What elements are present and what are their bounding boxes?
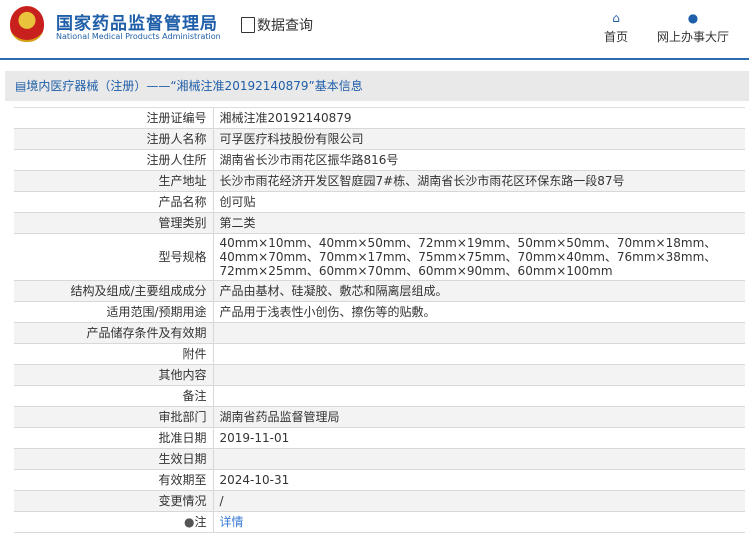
row-value: 创可贴 xyxy=(213,191,745,213)
row-label: 备注 xyxy=(14,385,214,407)
row-label: 管理类别 xyxy=(14,212,214,234)
row-label: 有效期至 xyxy=(14,469,214,491)
table-row-note: ●注 详情 xyxy=(14,511,745,533)
note-label: ●注 xyxy=(14,511,214,533)
logo-title-en: National Medical Products Administration xyxy=(56,32,221,41)
row-label: 适用范围/预期用途 xyxy=(14,301,214,323)
table-row: 结构及组成/主要组成成分 产品由基材、硅凝胶、敷芯和隔离层组成。 xyxy=(14,280,745,302)
table-row: 变更情况 / xyxy=(14,490,745,512)
row-value: / xyxy=(213,490,745,512)
row-value: 湘械注准20192140879 xyxy=(213,107,745,129)
row-value: 2019-11-01 xyxy=(213,427,745,449)
note-label-text: 注 xyxy=(194,515,207,529)
row-value xyxy=(213,343,745,365)
row-label: 产品名称 xyxy=(14,191,214,213)
row-value: 湖南省长沙市雨花区振华路816号 xyxy=(213,149,745,171)
logo-title-cn[interactable]: 国家药品监督管理局 xyxy=(56,9,218,34)
row-value xyxy=(213,322,745,344)
table-row: 附件 xyxy=(14,343,745,365)
table-row: 生效日期 xyxy=(14,448,745,470)
lightbulb-icon: ● xyxy=(184,515,195,529)
row-value: 2024-10-31 xyxy=(213,469,745,491)
row-label: 生产地址 xyxy=(14,170,214,192)
row-value: 产品用于浅表性小创伤、擦伤等的贴敷。 xyxy=(213,301,745,323)
document-icon: ▤ xyxy=(15,79,27,93)
row-value: 可孚医疗科技股份有限公司 xyxy=(213,128,745,150)
data-query-link[interactable]: 数据查询 xyxy=(241,15,313,35)
nav-home[interactable]: ⌂ 首页 xyxy=(604,10,628,45)
nav-online-hall-label: 网上办事大厅 xyxy=(657,30,730,44)
table-row: 生产地址 长沙市雨花经济开发区智庭园7#栋、湖南省长沙市雨花区环保东路一段87号 xyxy=(14,170,745,192)
table-row: 型号规格 40mm×10mm、40mm×50mm、72mm×19mm、50mm×5… xyxy=(14,233,745,281)
table-row: 其他内容 xyxy=(14,364,745,386)
table-row: 管理类别 第二类 xyxy=(14,212,745,234)
table-row: 批准日期 2019-11-01 xyxy=(14,427,745,449)
table-row: 备注 xyxy=(14,385,745,407)
row-label: 注册证编号 xyxy=(14,107,214,129)
row-value: 产品由基材、硅凝胶、敷芯和隔离层组成。 xyxy=(213,280,745,302)
row-label: 注册人名称 xyxy=(14,128,214,150)
user-icon: ● xyxy=(687,11,699,25)
row-value: 长沙市雨花经济开发区智庭园7#栋、湖南省长沙市雨花区环保东路一段87号 xyxy=(213,170,745,192)
row-label: 产品储存条件及有效期 xyxy=(14,322,214,344)
nav-home-label: 首页 xyxy=(604,30,629,44)
row-value: 第二类 xyxy=(213,212,745,234)
table-row: 有效期至 2024-10-31 xyxy=(14,469,745,491)
row-label: 生效日期 xyxy=(14,448,214,470)
details-link[interactable]: 详情 xyxy=(220,515,244,529)
national-emblem-logo xyxy=(10,6,44,42)
row-value xyxy=(213,448,745,470)
table-row: 产品名称 创可贴 xyxy=(14,191,745,213)
row-value xyxy=(213,364,745,386)
row-label: 型号规格 xyxy=(14,233,214,281)
row-value xyxy=(213,385,745,407)
table-row: 产品储存条件及有效期 xyxy=(14,322,745,344)
row-label: 附件 xyxy=(14,343,214,365)
page-title: ▤境内医疗器械（注册）——“湘械注准20192140879”基本信息 xyxy=(5,71,749,101)
document-search-icon xyxy=(241,17,255,33)
page-title-text: 境内医疗器械（注册）——“湘械注准20192140879”基本信息 xyxy=(26,79,363,93)
row-label: 审批部门 xyxy=(14,406,214,428)
table-row: 注册人名称 可孚医疗科技股份有限公司 xyxy=(14,128,745,150)
table-row: 适用范围/预期用途 产品用于浅表性小创伤、擦伤等的贴敷。 xyxy=(14,301,745,323)
nav-online-hall[interactable]: ● 网上办事大厅 xyxy=(657,10,729,45)
home-icon: ⌂ xyxy=(612,11,620,25)
row-label: 变更情况 xyxy=(14,490,214,512)
row-label: 结构及组成/主要组成成分 xyxy=(14,280,214,302)
row-label: 其他内容 xyxy=(14,364,214,386)
row-value: 40mm×10mm、40mm×50mm、72mm×19mm、50mm×50mm、… xyxy=(213,233,745,281)
site-header: 国家药品监督管理局 National Medical Products Admi… xyxy=(0,0,749,60)
table-row: 审批部门 湖南省药品监督管理局 xyxy=(14,406,745,428)
row-value: 湖南省药品监督管理局 xyxy=(213,406,745,428)
row-label: 注册人住所 xyxy=(14,149,214,171)
detail-table: 注册证编号 湘械注准20192140879 注册人名称 可孚医疗科技股份有限公司 注册人… xyxy=(14,107,745,533)
data-query-label: 数据查询 xyxy=(257,18,313,34)
table-row: 注册人住所 湖南省长沙市雨花区振华路816号 xyxy=(14,149,745,171)
table-row: 注册证编号 湘械注准20192140879 xyxy=(14,107,745,129)
row-label: 批准日期 xyxy=(14,427,214,449)
